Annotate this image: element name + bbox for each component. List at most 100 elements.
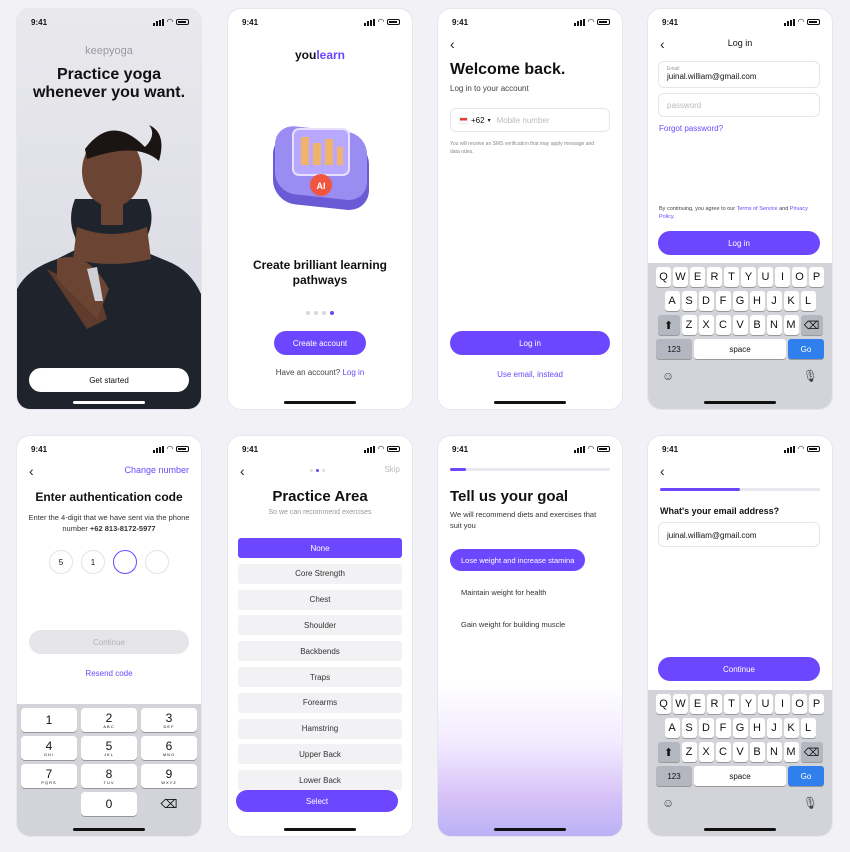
numpad-key-7[interactable]: 7 PQRS bbox=[21, 764, 77, 788]
select-button[interactable]: Select bbox=[236, 790, 398, 812]
key-r[interactable]: R bbox=[707, 694, 722, 714]
numpad-key-2[interactable]: 2 ABC bbox=[81, 708, 137, 732]
practice-option[interactable]: Lower Back bbox=[238, 770, 402, 791]
space-key[interactable]: space bbox=[694, 766, 786, 786]
skip-link[interactable]: Skip bbox=[384, 465, 400, 474]
key-a[interactable]: A bbox=[664, 291, 680, 311]
login-button[interactable]: Log in bbox=[450, 331, 610, 355]
goal-option[interactable]: Maintain weight for health bbox=[450, 581, 557, 603]
practice-option[interactable]: Chest bbox=[238, 589, 402, 610]
space-key[interactable]: space bbox=[694, 339, 786, 359]
key-v[interactable]: V bbox=[732, 315, 748, 335]
key-z[interactable]: Z bbox=[681, 742, 697, 762]
email-input[interactable]: juinal.william@gmail.com bbox=[658, 522, 820, 547]
key-x[interactable]: X bbox=[698, 315, 714, 335]
get-started-button[interactable]: Get started bbox=[29, 368, 189, 392]
key-s[interactable]: S bbox=[681, 718, 697, 738]
goal-option[interactable]: Lose weight and increase stamina bbox=[450, 549, 586, 571]
backspace-key-icon[interactable]: ⌫ bbox=[800, 742, 823, 762]
key-d[interactable]: D bbox=[698, 291, 714, 311]
back-chevron-icon[interactable]: ‹ bbox=[660, 464, 665, 478]
key-y[interactable]: Y bbox=[741, 267, 756, 287]
key-h[interactable]: H bbox=[749, 718, 765, 738]
key-e[interactable]: E bbox=[690, 694, 705, 714]
numpad-key-1[interactable]: 1 bbox=[21, 708, 77, 732]
key-g[interactable]: G bbox=[732, 291, 748, 311]
microphone-icon[interactable]: 🎙 bbox=[803, 796, 818, 810]
resend-code-link[interactable]: Resend code bbox=[17, 669, 201, 678]
key-e[interactable]: E bbox=[690, 267, 705, 287]
key-z[interactable]: Z bbox=[681, 315, 697, 335]
key-v[interactable]: V bbox=[732, 742, 748, 762]
key-l[interactable]: L bbox=[800, 718, 816, 738]
go-key[interactable]: Go bbox=[788, 766, 824, 786]
code-digit[interactable]: 1 bbox=[81, 550, 105, 574]
key-t[interactable]: T bbox=[724, 267, 739, 287]
backspace-key-icon[interactable]: ⌫ bbox=[800, 315, 823, 335]
practice-option[interactable]: Upper Back bbox=[238, 744, 402, 765]
key-q[interactable]: Q bbox=[656, 694, 671, 714]
key-p[interactable]: P bbox=[809, 694, 824, 714]
numpad-key-9[interactable]: 9 WXYZ bbox=[141, 764, 197, 788]
key-w[interactable]: W bbox=[673, 694, 688, 714]
key-r[interactable]: R bbox=[707, 267, 722, 287]
practice-option[interactable]: Hamstring bbox=[238, 718, 402, 739]
back-chevron-icon[interactable]: ‹ bbox=[29, 464, 34, 478]
key-c[interactable]: C bbox=[715, 315, 731, 335]
back-chevron-icon[interactable]: ‹ bbox=[240, 464, 245, 478]
key-u[interactable]: U bbox=[758, 267, 773, 287]
key-u[interactable]: U bbox=[758, 694, 773, 714]
phone-input[interactable]: +62 ▾ Mobile number bbox=[450, 108, 610, 132]
key-b[interactable]: B bbox=[749, 315, 765, 335]
login-button[interactable]: Log in bbox=[658, 231, 820, 255]
email-field[interactable]: Email juinal.william@gmail.com bbox=[658, 61, 820, 88]
key-y[interactable]: Y bbox=[741, 694, 756, 714]
key-k[interactable]: K bbox=[783, 718, 799, 738]
key-f[interactable]: F bbox=[715, 291, 731, 311]
practice-option[interactable]: Backbends bbox=[238, 641, 402, 662]
code-digit-active[interactable] bbox=[113, 550, 137, 574]
key-a[interactable]: A bbox=[664, 718, 680, 738]
key-d[interactable]: D bbox=[698, 718, 714, 738]
continue-button-disabled[interactable]: Continue bbox=[29, 630, 189, 654]
key-m[interactable]: M bbox=[783, 742, 799, 762]
numbers-key[interactable]: 123 bbox=[656, 339, 692, 359]
key-n[interactable]: N bbox=[766, 742, 782, 762]
numbers-key[interactable]: 123 bbox=[656, 766, 692, 786]
go-key[interactable]: Go bbox=[788, 339, 824, 359]
key-c[interactable]: C bbox=[715, 742, 731, 762]
numpad-key-6[interactable]: 6 MNO bbox=[141, 736, 197, 760]
practice-option[interactable]: Forearms bbox=[238, 692, 402, 713]
key-q[interactable]: Q bbox=[656, 267, 671, 287]
practice-option[interactable]: Core Strength bbox=[238, 563, 402, 584]
code-digit[interactable]: 5 bbox=[49, 550, 73, 574]
key-t[interactable]: T bbox=[724, 694, 739, 714]
key-o[interactable]: O bbox=[792, 694, 807, 714]
key-j[interactable]: J bbox=[766, 718, 782, 738]
practice-option[interactable]: Shoulder bbox=[238, 615, 402, 636]
key-p[interactable]: P bbox=[809, 267, 824, 287]
password-field[interactable]: password bbox=[658, 93, 820, 117]
create-account-button[interactable]: Create account bbox=[274, 331, 366, 355]
code-digit[interactable] bbox=[145, 550, 169, 574]
key-h[interactable]: H bbox=[749, 291, 765, 311]
emoji-icon[interactable]: ☺ bbox=[662, 796, 674, 810]
key-w[interactable]: W bbox=[673, 267, 688, 287]
key-l[interactable]: L bbox=[800, 291, 816, 311]
key-x[interactable]: X bbox=[698, 742, 714, 762]
emoji-icon[interactable]: ☺ bbox=[662, 369, 674, 383]
microphone-icon[interactable]: 🎙 bbox=[803, 369, 818, 383]
backspace-icon[interactable]: ⌫ bbox=[141, 792, 197, 816]
practice-option[interactable]: None bbox=[238, 538, 402, 558]
key-i[interactable]: I bbox=[775, 694, 790, 714]
use-email-link[interactable]: Use email, instead bbox=[438, 370, 622, 379]
key-k[interactable]: K bbox=[783, 291, 799, 311]
continue-button[interactable]: Continue bbox=[658, 657, 820, 681]
goal-option[interactable]: Gain weight for building muscle bbox=[450, 613, 576, 635]
change-number-link[interactable]: Change number bbox=[124, 465, 189, 475]
practice-option[interactable]: Traps bbox=[238, 667, 402, 687]
key-n[interactable]: N bbox=[766, 315, 782, 335]
numpad-key-8[interactable]: 8 TUV bbox=[81, 764, 137, 788]
key-f[interactable]: F bbox=[715, 718, 731, 738]
login-link[interactable]: Log in bbox=[342, 368, 364, 377]
